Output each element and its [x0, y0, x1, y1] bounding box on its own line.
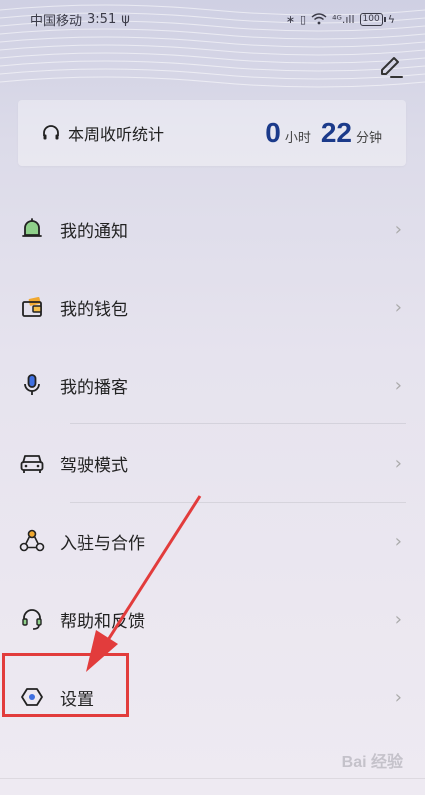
menu-item-podcast[interactable]: 我的播客 › [18, 346, 406, 424]
partnership-icon [18, 527, 46, 555]
minutes-value: 22 [320, 117, 352, 148]
battery-icon: 100 [359, 12, 386, 26]
menu-item-label: 我的通知 [60, 221, 128, 242]
menu-item-label: 入驻与合作 [60, 533, 145, 554]
wallet-icon [18, 293, 46, 321]
minutes-unit: 分钟 [355, 131, 382, 146]
chevron-right-icon: › [394, 374, 402, 396]
menu-item-partnership[interactable]: 入驻与合作 › [18, 502, 406, 580]
chevron-right-icon: › [394, 218, 402, 240]
vibrate-icon: ▯ [300, 12, 307, 26]
menu-item-notifications[interactable]: 我的通知 › [18, 190, 406, 268]
menu-item-label: 帮助和反馈 [60, 611, 145, 632]
menu-item-label: 驾驶模式 [60, 455, 128, 476]
stats-title: 本周收听统计 [68, 125, 165, 144]
bottom-divider [0, 778, 425, 779]
hours-unit: 小时 [284, 131, 311, 146]
carrier-name: 中国移动 [30, 13, 83, 29]
pencil-icon [381, 57, 403, 78]
chevron-right-icon: › [394, 452, 402, 474]
signal-icon: ⁴ᴳ.ıll [332, 12, 355, 26]
chevron-right-icon: › [394, 608, 402, 630]
menu-item-wallet[interactable]: 我的钱包 › [18, 268, 406, 346]
headset-icon [18, 605, 46, 633]
weekly-listening-stats-card[interactable]: 本周收听统计 0 小时 22 分钟 [18, 100, 406, 166]
highlight-box [2, 653, 129, 717]
wifi-icon [311, 13, 327, 25]
chevron-right-icon: › [394, 296, 402, 318]
menu-item-label: 我的播客 [60, 377, 128, 398]
car-icon [18, 449, 46, 477]
charging-icon: ϟ [387, 12, 395, 26]
bell-icon [18, 215, 46, 243]
chevron-right-icon: › [394, 530, 402, 552]
edit-button[interactable] [377, 53, 405, 81]
menu-item-help-feedback[interactable]: 帮助和反馈 › [18, 580, 406, 658]
chevron-right-icon: › [394, 686, 402, 708]
usb-icon: ψ [121, 11, 130, 27]
microphone-icon [18, 371, 46, 399]
menu-item-driving-mode[interactable]: 驾驶模式 › [18, 424, 406, 502]
hours-value: 0 [265, 117, 281, 148]
headphones-icon [43, 125, 59, 140]
menu-item-label: 我的钱包 [60, 299, 128, 320]
bluetooth-icon: ∗ [285, 12, 296, 26]
status-time: 3:51 [87, 11, 117, 27]
status-bar: 中国移动 3:51 ψ ∗ ▯ ⁴ᴳ.ıll 100 ϟ [0, 0, 425, 38]
watermark: Bai 经验 [341, 754, 403, 771]
